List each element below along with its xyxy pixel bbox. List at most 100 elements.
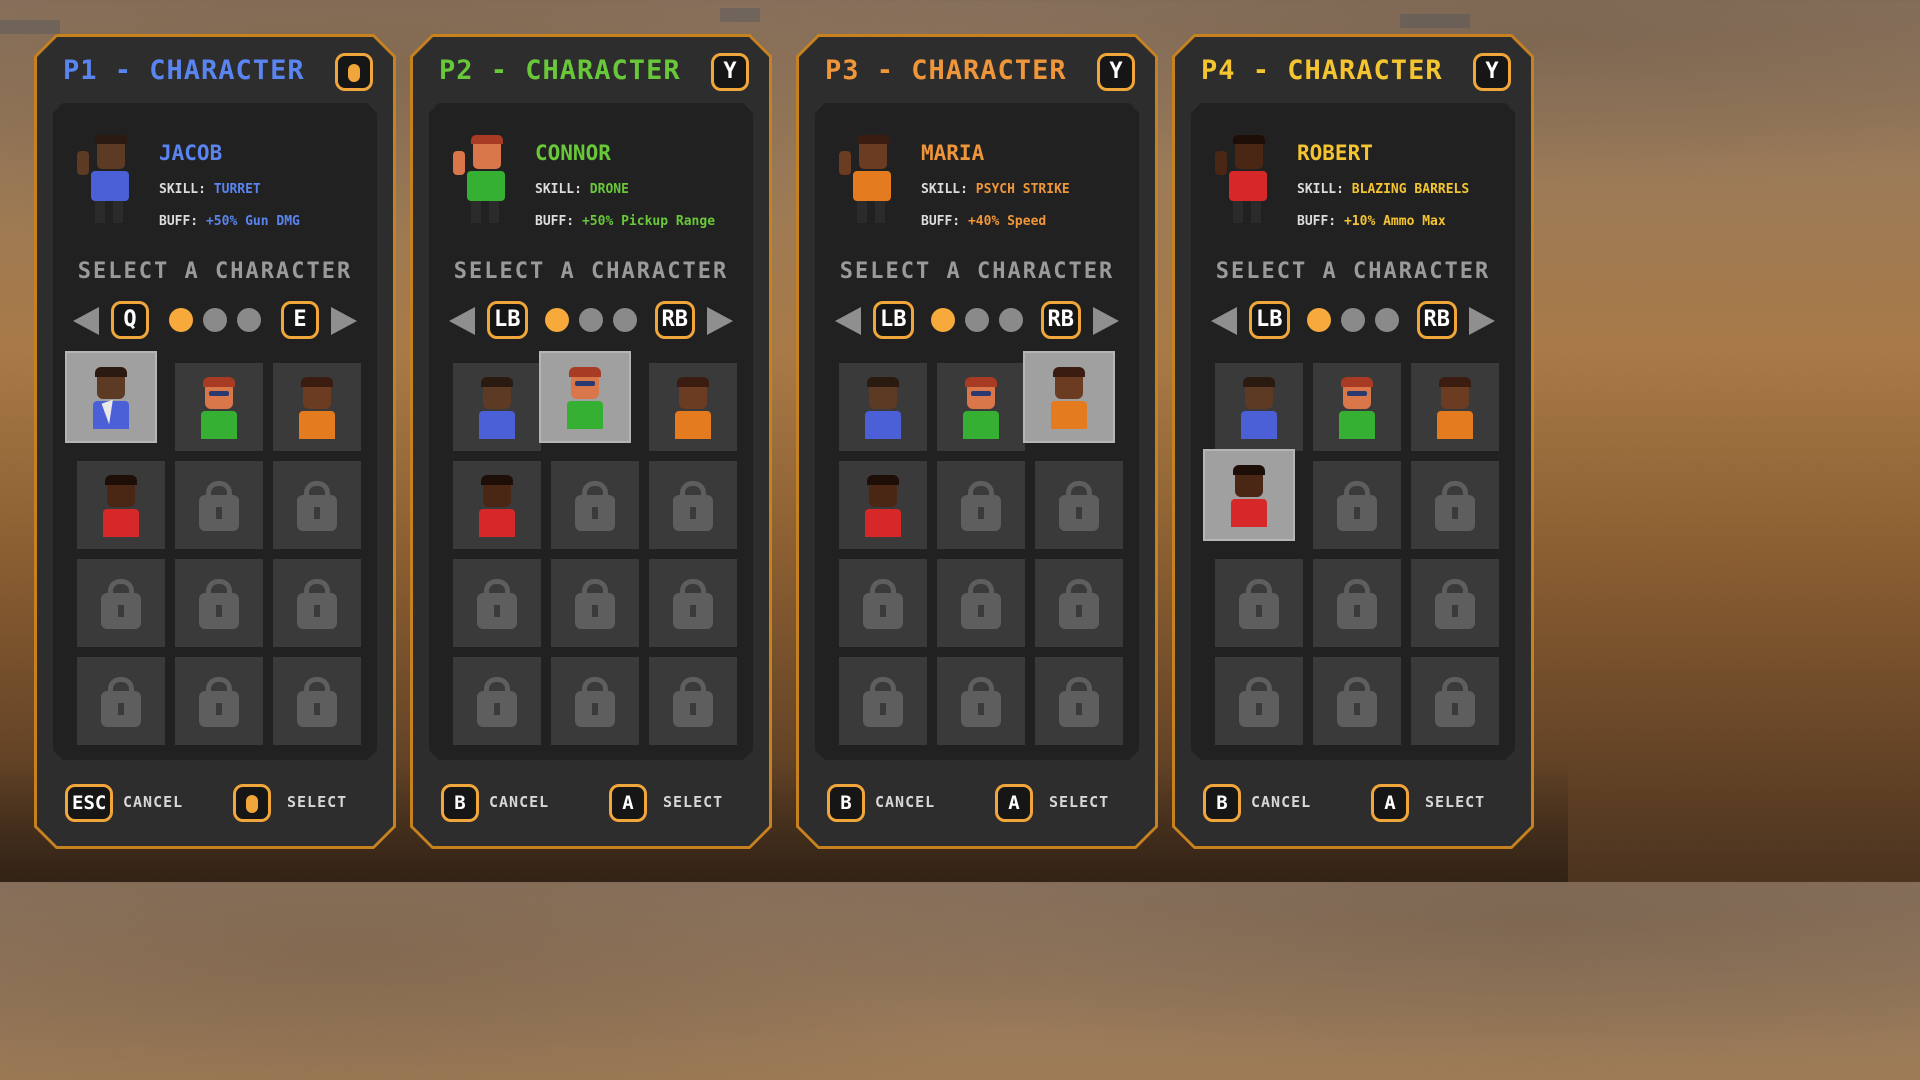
cancel-button[interactable]: CANCEL [875,793,935,811]
character-slot-locked[interactable] [937,559,1025,647]
character-slot-maria[interactable] [649,363,737,451]
character-slot-locked[interactable] [1035,657,1123,745]
join-key-badge[interactable] [335,53,373,91]
skill-line: SKILL: BLAZING BARRELS [1297,182,1469,197]
join-key-badge[interactable]: Y [711,53,749,91]
select-key[interactable]: A [995,784,1033,822]
join-key-badge[interactable]: Y [1097,53,1135,91]
page-dot[interactable] [999,308,1023,332]
arrow-right-icon[interactable] [1469,307,1495,335]
page-dot[interactable] [1375,308,1399,332]
character-slot-locked[interactable] [839,559,927,647]
cancel-button[interactable]: CANCEL [489,793,549,811]
character-slot-locked[interactable] [453,559,541,647]
lock-icon [575,481,615,531]
character-slot-locked[interactable] [649,559,737,647]
character-slot-locked[interactable] [649,657,737,745]
page-dot[interactable] [1341,308,1365,332]
next-page-key[interactable]: RB [1417,301,1458,339]
page-dot[interactable] [579,308,603,332]
character-slot-robert[interactable] [1205,451,1293,539]
select-key[interactable]: A [609,784,647,822]
cancel-button[interactable]: CANCEL [123,793,183,811]
arrow-right-icon[interactable] [331,307,357,335]
select-key[interactable]: A [1371,784,1409,822]
next-page-key[interactable]: RB [1041,301,1082,339]
character-slot-locked[interactable] [1035,461,1123,549]
sprite-hair [95,367,127,377]
character-slot-locked[interactable] [175,657,263,745]
character-slot-locked[interactable] [77,559,165,647]
character-slot-jacob[interactable] [839,363,927,451]
next-page-key[interactable]: RB [655,301,696,339]
character-slot-robert[interactable] [839,461,927,549]
skill-line: SKILL: PSYCH STRIKE [921,182,1070,197]
join-key-badge[interactable]: Y [1473,53,1511,91]
character-slot-locked[interactable] [551,559,639,647]
character-slot-connor[interactable] [541,353,629,441]
character-slot-locked[interactable] [839,657,927,745]
page-dot[interactable] [613,308,637,332]
mouse-icon [246,795,258,813]
character-slot-locked[interactable] [273,461,361,549]
character-slot-locked[interactable] [937,461,1025,549]
cancel-button[interactable]: CANCEL [1251,793,1311,811]
character-slot-locked[interactable] [649,461,737,549]
next-page-key[interactable]: E [281,301,319,339]
select-button[interactable]: SELECT [1425,793,1485,811]
character-slot-robert[interactable] [453,461,541,549]
page-dot[interactable] [931,308,955,332]
character-slot-maria[interactable] [1411,363,1499,451]
lock-keyhole [880,605,886,617]
character-slot-locked[interactable] [175,461,263,549]
character-slot-locked[interactable] [1215,559,1303,647]
sprite-hair [1233,465,1265,475]
character-slot-maria[interactable] [273,363,361,451]
character-sprite-jacob [1237,379,1283,441]
cancel-key[interactable]: B [827,784,865,822]
character-slot-locked[interactable] [453,657,541,745]
character-slot-jacob[interactable] [453,363,541,451]
select-key[interactable] [233,784,271,822]
character-slot-connor[interactable] [1313,363,1401,451]
character-sprite-jacob [475,379,521,441]
character-slot-jacob[interactable] [1215,363,1303,451]
character-slot-locked[interactable] [1411,657,1499,745]
character-slot-locked[interactable] [273,657,361,745]
character-slot-connor[interactable] [175,363,263,451]
character-slot-locked[interactable] [77,657,165,745]
page-dot[interactable] [169,308,193,332]
character-slot-locked[interactable] [937,657,1025,745]
select-button[interactable]: SELECT [287,793,347,811]
character-slot-locked[interactable] [1035,559,1123,647]
character-slot-locked[interactable] [1313,559,1401,647]
select-button[interactable]: SELECT [1049,793,1109,811]
cancel-key[interactable]: B [441,784,479,822]
character-slot-locked[interactable] [273,559,361,647]
page-dot[interactable] [545,308,569,332]
arrow-right-icon[interactable] [1093,307,1119,335]
page-dot[interactable] [965,308,989,332]
arrow-right-icon[interactable] [707,307,733,335]
character-slot-locked[interactable] [1411,559,1499,647]
select-button[interactable]: SELECT [663,793,723,811]
character-slot-jacob[interactable] [67,353,155,441]
lock-icon [961,677,1001,727]
page-dot[interactable] [237,308,261,332]
lock-keyhole [314,605,320,617]
character-slot-locked[interactable] [551,461,639,549]
cancel-key[interactable]: B [1203,784,1241,822]
character-slot-locked[interactable] [175,559,263,647]
select-heading: SELECT A CHARACTER [77,259,353,284]
character-slot-robert[interactable] [77,461,165,549]
character-slot-locked[interactable] [1313,461,1401,549]
character-slot-connor[interactable] [937,363,1025,451]
page-dot[interactable] [1307,308,1331,332]
cancel-key[interactable]: ESC [65,784,113,822]
character-slot-maria[interactable] [1025,353,1113,441]
character-slot-locked[interactable] [1215,657,1303,745]
character-slot-locked[interactable] [1411,461,1499,549]
character-slot-locked[interactable] [1313,657,1401,745]
character-slot-locked[interactable] [551,657,639,745]
page-dot[interactable] [203,308,227,332]
